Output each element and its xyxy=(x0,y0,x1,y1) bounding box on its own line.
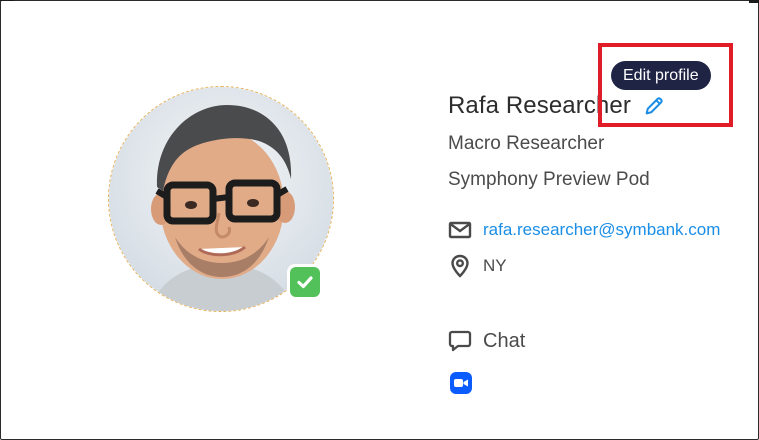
window-edge xyxy=(0,0,14,1)
location-text: NY xyxy=(483,256,507,275)
pod-name: Symphony Preview Pod xyxy=(448,169,650,190)
checkmark-icon xyxy=(290,267,320,297)
email-link[interactable]: rafa.researcher@symbank.com xyxy=(483,220,720,240)
location-pin-icon xyxy=(448,254,472,278)
window-edge xyxy=(749,0,759,3)
video-camera-icon[interactable] xyxy=(450,372,472,394)
presence-badge xyxy=(287,264,323,300)
job-title: Macro Researcher xyxy=(448,133,605,154)
envelope-icon xyxy=(448,218,472,242)
chat-label: Chat xyxy=(483,329,526,352)
email-row: rafa.researcher@symbank.com xyxy=(448,218,720,242)
location-row: NY xyxy=(448,254,507,278)
chat-button[interactable]: Chat xyxy=(448,329,525,353)
highlight-box xyxy=(598,43,733,127)
chat-bubble-icon xyxy=(448,329,472,353)
